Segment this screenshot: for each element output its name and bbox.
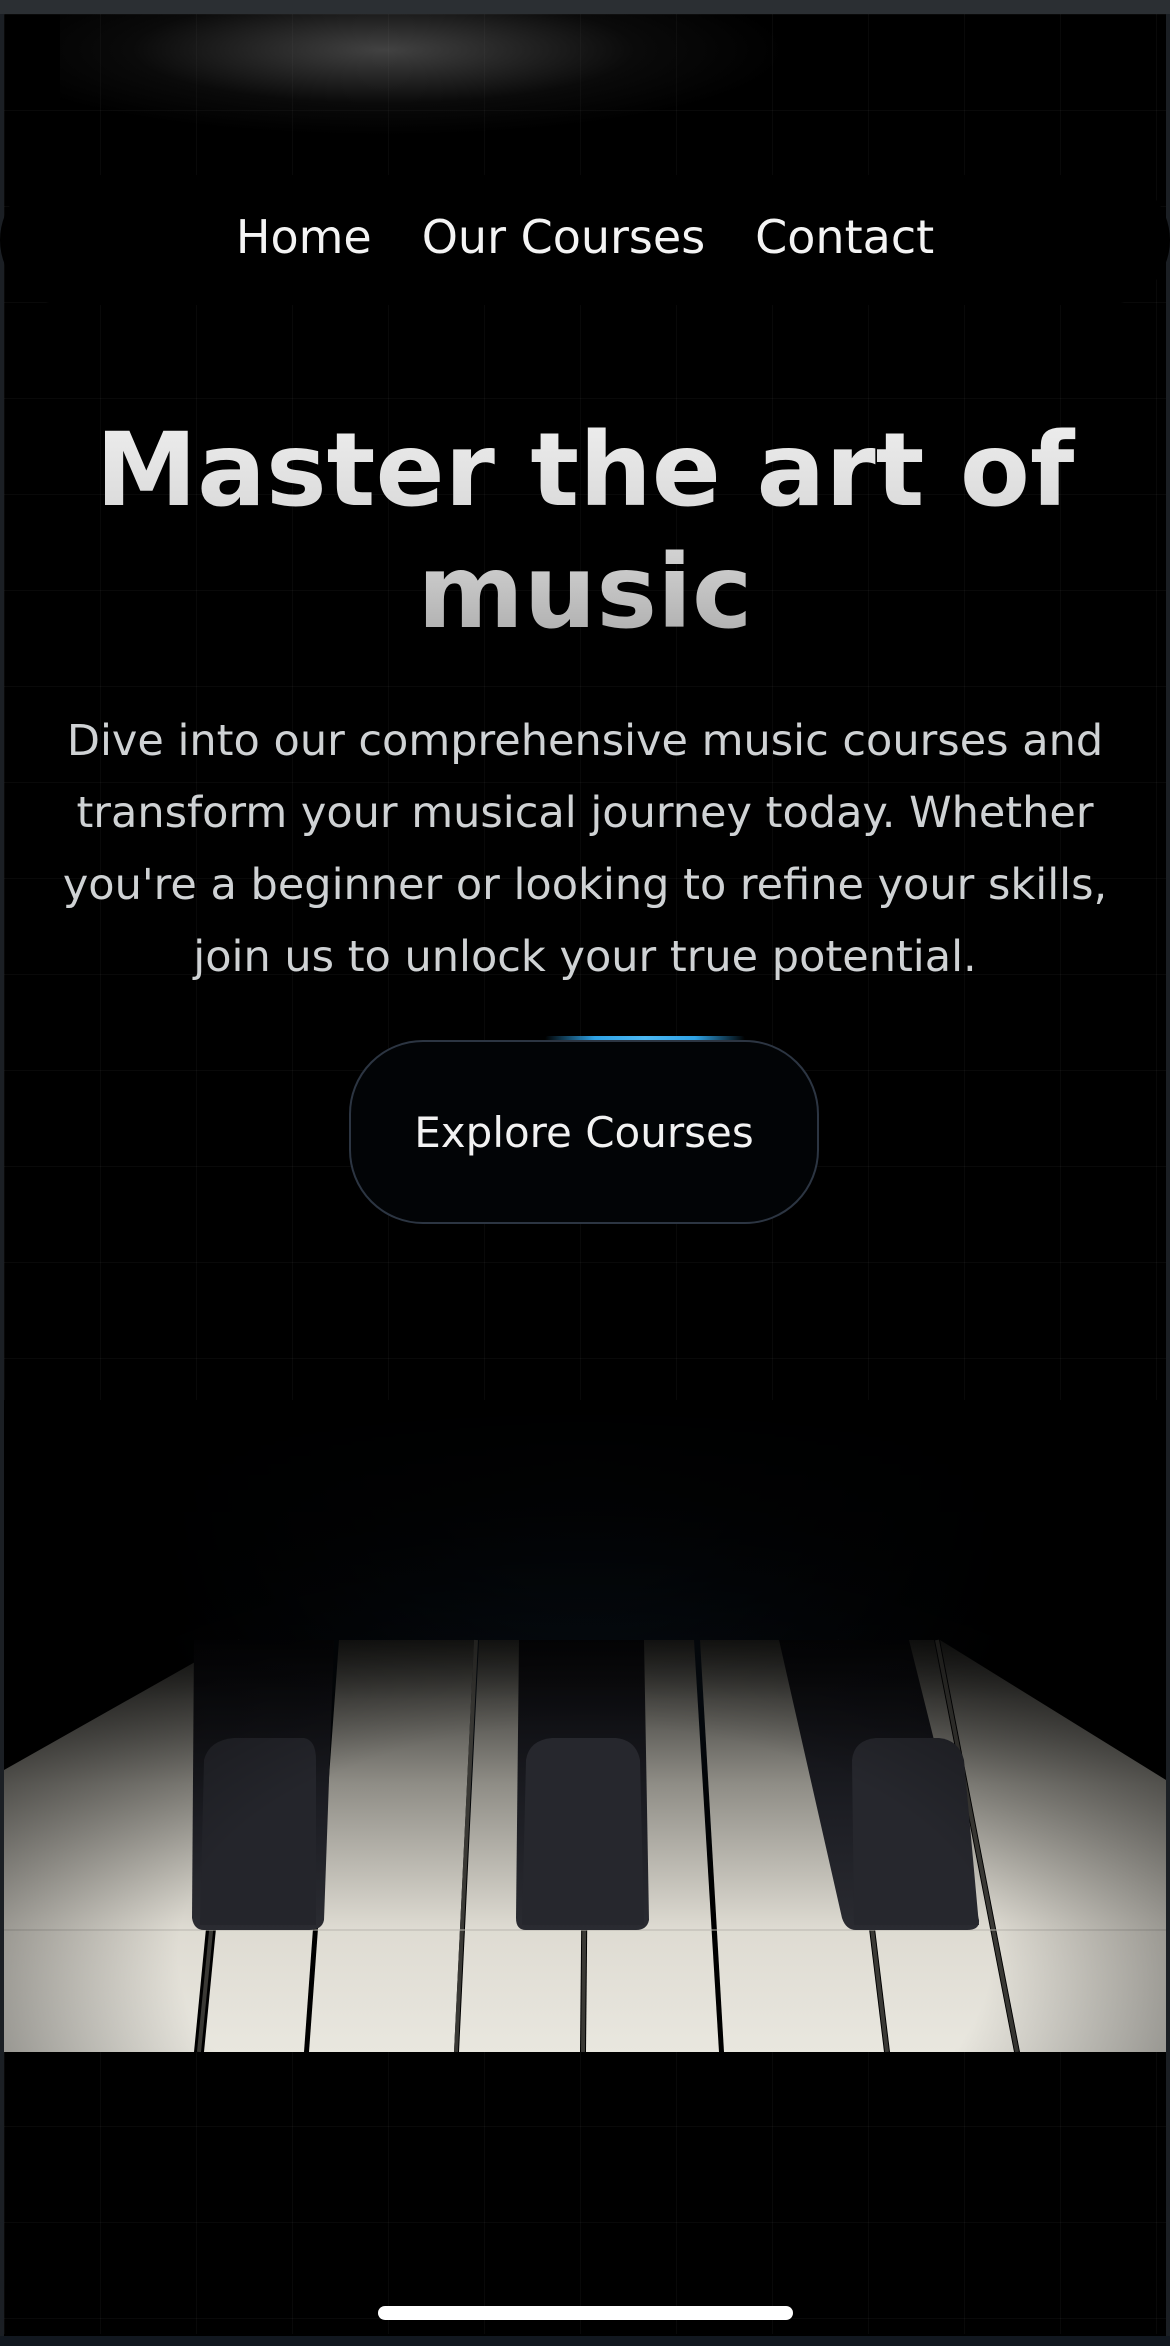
main-navigation: Home Our Courses Contact	[0, 210, 1170, 264]
piano-keys-illustration	[4, 1400, 1166, 2052]
hero-title-line-2: music	[417, 533, 753, 652]
hero-subtitle: Dive into our comprehensive music course…	[62, 716, 1108, 982]
top-glow	[60, 14, 780, 134]
explore-courses-button[interactable]: Explore Courses	[349, 1040, 819, 1224]
home-indicator	[378, 2306, 793, 2320]
frame-edge-right	[1166, 14, 1170, 2346]
nav-link-home[interactable]: Home	[236, 210, 372, 264]
hero-title-line-1: Master the art of	[95, 411, 1075, 530]
nav-link-contact[interactable]: Contact	[755, 210, 934, 264]
bottom-edge	[0, 2336, 1170, 2346]
nav-link-our-courses[interactable]: Our Courses	[422, 210, 705, 264]
piano-keys-image	[4, 1400, 1166, 2052]
hero-title: Master the art of music	[0, 410, 1170, 654]
browser-top-bar	[0, 0, 1170, 14]
